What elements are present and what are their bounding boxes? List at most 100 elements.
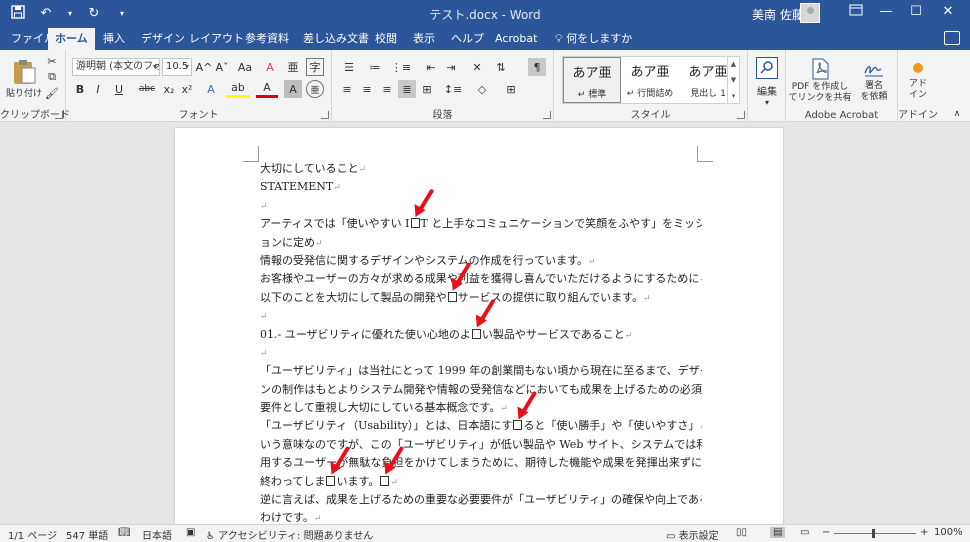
document-line[interactable]: 用するユーザーが無駄な負担をかけてしまうために、期待した機能や成果を発揮出来ずに (260, 454, 702, 472)
word-count[interactable]: 547 単語 (66, 527, 108, 542)
comment-icon[interactable] (944, 31, 960, 45)
cut-icon[interactable]: ✂ (44, 54, 60, 68)
document-line[interactable]: お客様やユーザーの方々が求める成果や利益を獲得し喜んでいただけるようにするために… (260, 270, 702, 288)
document-line[interactable]: 終わってしま います。 ↵ (260, 473, 702, 491)
zoom-level[interactable]: 100% (934, 527, 963, 538)
clear-formatting-button[interactable]: A (262, 58, 278, 76)
tab-acrobat[interactable]: Acrobat (488, 28, 544, 50)
phonetic-guide-button[interactable]: 亜 (284, 58, 302, 76)
increase-indent-icon[interactable]: ⇥ (442, 58, 460, 76)
strikethrough-button[interactable]: abc (136, 80, 158, 98)
bullets-icon[interactable]: ☰ (338, 58, 360, 76)
accessibility-status[interactable]: ♿︎ アクセシビリティ: 問題ありません (206, 527, 373, 542)
paste-button[interactable]: 貼り付け (6, 54, 42, 102)
print-layout-icon[interactable]: ▤ (770, 527, 786, 538)
superscript-button[interactable]: x² (178, 80, 196, 98)
align-right-icon[interactable]: ≡ (378, 80, 396, 98)
numbering-icon[interactable]: ≔ (364, 58, 386, 76)
document-line[interactable]: STATEMENT↵ (260, 178, 702, 196)
collapse-ribbon-icon[interactable]: ∧ (950, 108, 964, 120)
bold-button[interactable]: B (72, 80, 88, 98)
document-line[interactable]: ンの制作はもとよりシステム開発や情報の受発信などにおいても成果を上げるための必須 (260, 381, 702, 399)
tab-mailings[interactable]: 差し込み文書 (296, 28, 376, 50)
document-line[interactable]: ョンに定め↵ (260, 234, 702, 252)
document-line[interactable]: 「ユーザビリティ」は当社にとって 1999 年の創業間もない頃から現在に至るまで… (260, 362, 702, 380)
request-signature-button[interactable]: 署名 を依頼 (854, 54, 894, 108)
style-no-spacing[interactable]: あア亜 ↵ 行間詰め (621, 57, 679, 103)
line-spacing-icon[interactable]: ↕≡ (442, 80, 464, 98)
clipboard-launcher-icon[interactable] (55, 111, 63, 119)
tab-view[interactable]: 表示 (406, 28, 442, 50)
document-line[interactable]: 逆に言えば、成果を上げるための重要な必要要件が「ユーザビリティ」の確保や向上であ… (260, 491, 702, 509)
proofing-icon[interactable]: 📖︎ (118, 527, 131, 538)
shrink-font-button[interactable]: Aˇ (214, 58, 230, 76)
multilevel-list-icon[interactable]: ⋮≡ (390, 58, 412, 76)
create-pdf-button[interactable]: PDF を作成し てリンクを共有 (789, 54, 852, 108)
distributed-icon[interactable]: ⊞ (418, 80, 436, 98)
shading-icon[interactable]: ◇ (470, 80, 494, 98)
justify-icon[interactable]: ≣ (398, 80, 416, 98)
tab-insert[interactable]: 挿入 (96, 28, 132, 50)
maximize-icon[interactable]: ☐ (904, 4, 928, 19)
zoom-slider-thumb[interactable] (872, 529, 875, 538)
sort-icon[interactable]: ⇅ (492, 58, 510, 76)
underline-button[interactable]: U (108, 80, 130, 98)
subscript-button[interactable]: x₂ (160, 80, 178, 98)
enclose-characters-button[interactable]: 亜 (306, 80, 324, 98)
asian-layout-icon[interactable]: ✕ (466, 58, 488, 76)
tab-references[interactable]: 参考資料 (238, 28, 296, 50)
minimize-icon[interactable]: — (874, 4, 898, 19)
change-case-button[interactable]: Aa (234, 58, 256, 76)
document-line[interactable]: 「ユーザビリティ（Usability）」とは、日本語にす ると「使い勝手」や「使い… (260, 417, 702, 435)
document-page[interactable]: 大切にしていること↵ STATEMENT↵ ↵ アーティスでは「使いやすい IT と上… (175, 128, 783, 524)
page-count[interactable]: 1/1 ページ (8, 527, 57, 542)
document-line[interactable]: 要件として重視し大切にしている基本概念です。↵ (260, 399, 702, 417)
avatar[interactable] (800, 3, 820, 23)
document-line[interactable]: 以下のことを大切にして製品の開発や サービスの提供に取り組んでいます。↵ (260, 289, 702, 307)
document-line[interactable]: ↵ (260, 197, 702, 215)
align-center-icon[interactable]: ≡ (358, 80, 376, 98)
tab-home[interactable]: ホーム (48, 28, 95, 50)
document-line[interactable]: アーティスでは「使いやすい I T と上手なコミュニケーションで笑顔をふやす」をミ… (260, 215, 702, 233)
styles-launcher-icon[interactable] (737, 111, 745, 119)
document-line[interactable]: ↵ (260, 344, 702, 362)
web-layout-icon[interactable]: ▭ (800, 527, 809, 538)
enclosed-character-button[interactable]: 字 (306, 58, 324, 76)
align-left-icon[interactable]: ≡ (338, 80, 356, 98)
document-body[interactable]: 大切にしていること↵ STATEMENT↵ ↵ アーティスでは「使いやすい IT と上… (260, 160, 702, 524)
font-color-button[interactable]: A (256, 80, 278, 98)
read-mode-icon[interactable]: ▯▯ (736, 527, 747, 538)
document-line[interactable]: 01.- ユーザビリティに優れた使い心地のよ い製品やサービスであること↵ (260, 326, 702, 344)
decrease-indent-icon[interactable]: ⇤ (422, 58, 440, 76)
document-line[interactable]: 情報の受発信に関するデザインやシステムの作成を行っています。↵ (260, 252, 702, 270)
close-icon[interactable]: ✕ (936, 4, 960, 19)
character-shading-button[interactable]: A (284, 80, 302, 98)
display-settings-button[interactable]: ▭ 表示設定 (666, 527, 719, 542)
document-line[interactable]: ↵ (260, 307, 702, 325)
zoom-out-button[interactable]: − (822, 527, 830, 538)
grow-font-button[interactable]: A^ (196, 58, 213, 76)
zoom-slider[interactable] (834, 533, 916, 534)
highlight-button[interactable]: ab (226, 80, 250, 98)
tab-review[interactable]: 校閲 (368, 28, 404, 50)
font-size-combo[interactable]: 10.5 ▾ (162, 58, 192, 76)
style-gallery-scroll[interactable]: ▲ ▼ ▾ (727, 56, 739, 104)
addins-button[interactable]: アド イン (900, 54, 936, 108)
copy-icon[interactable]: ⧉ (44, 70, 60, 84)
show-formatting-marks-icon[interactable]: ¶ (528, 58, 546, 76)
tell-me-search[interactable]: 💡︎ 何をしますか (548, 28, 639, 50)
document-line[interactable]: わけです。↵ (260, 509, 702, 524)
editing-button[interactable]: 編集 ▾ (752, 54, 782, 110)
italic-button[interactable]: I (90, 80, 106, 98)
tab-help[interactable]: ヘルプ (444, 28, 491, 50)
text-effects-button[interactable]: A (200, 80, 222, 98)
font-launcher-icon[interactable] (321, 111, 329, 119)
ribbon-display-options-icon[interactable] (844, 4, 868, 20)
format-painter-icon[interactable]: 🖌︎ (44, 86, 60, 100)
font-name-combo[interactable]: 游明朝 (本文のフォ ▾ (72, 58, 160, 76)
document-line[interactable]: 大切にしていること↵ (260, 160, 702, 178)
macro-icon[interactable]: ▣ (186, 527, 195, 538)
borders-icon[interactable]: ⊞ (500, 80, 522, 98)
style-normal[interactable]: あア亜 ↵ 標準 (563, 57, 621, 103)
document-line[interactable]: いう意味なのですが、この「ユーザビリティ」が低い製品や Web サイト、システム… (260, 436, 702, 454)
